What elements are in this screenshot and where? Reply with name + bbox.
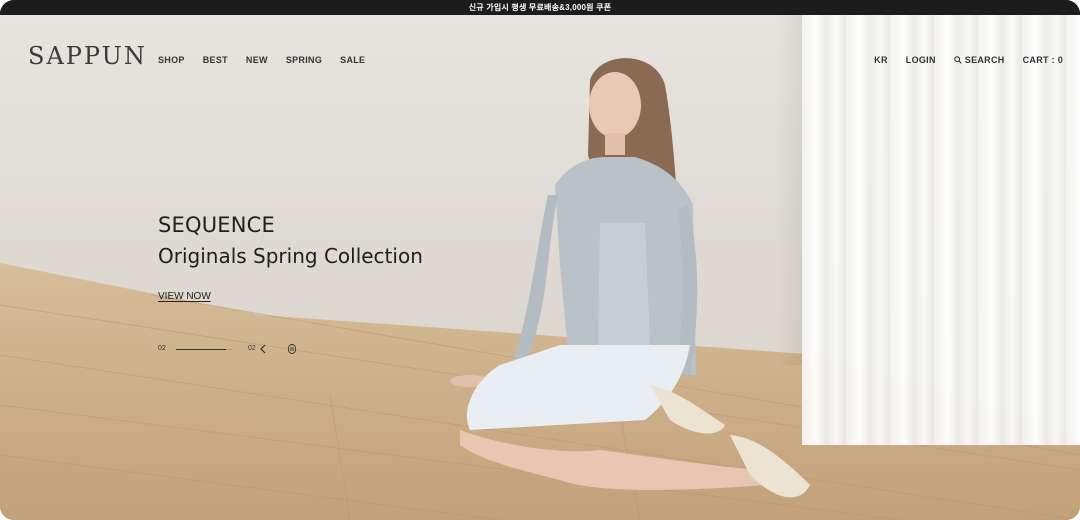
chevron-left-icon[interactable] bbox=[258, 343, 268, 355]
slide-controls: 02 02 bbox=[158, 343, 318, 357]
nav-sale[interactable]: SALE bbox=[340, 55, 365, 65]
nav-new[interactable]: NEW bbox=[246, 55, 268, 65]
search-link[interactable]: SEARCH bbox=[954, 55, 1005, 65]
slide-progress-fill bbox=[176, 349, 227, 350]
main-nav: SHOP BEST NEW SPRING SALE bbox=[158, 55, 383, 65]
nav-best[interactable]: BEST bbox=[203, 55, 228, 65]
slide-total: 02 bbox=[248, 345, 256, 352]
promo-banner[interactable]: 신규 가입시 평생 무료배송&3,000원 쿠폰 bbox=[0, 0, 1080, 15]
model-photo bbox=[450, 58, 810, 498]
brand-logo[interactable]: SAPPUN bbox=[28, 42, 147, 70]
view-now-link[interactable]: VIEW NOW bbox=[158, 291, 211, 302]
login-link[interactable]: LOGIN bbox=[906, 55, 936, 65]
slide-current: 02 bbox=[158, 345, 166, 352]
slide-progress-track[interactable] bbox=[176, 349, 232, 350]
hero-title: SEQUENCE bbox=[158, 213, 276, 237]
promo-text: 신규 가입시 평생 무료배송&3,000원 쿠폰 bbox=[468, 3, 612, 12]
language-link[interactable]: KR bbox=[874, 55, 888, 65]
nav-shop[interactable]: SHOP bbox=[158, 55, 185, 65]
cart-link[interactable]: CART : 0 bbox=[1023, 55, 1063, 65]
pause-icon[interactable] bbox=[288, 344, 296, 354]
utility-nav: KR LOGIN SEARCH CART : 0 bbox=[856, 55, 1063, 65]
nav-spring[interactable]: SPRING bbox=[286, 55, 322, 65]
search-label: SEARCH bbox=[964, 55, 1005, 65]
hero-subtitle: Originals Spring Collection bbox=[158, 244, 423, 268]
curtain-image bbox=[802, 15, 1080, 445]
search-icon bbox=[954, 56, 962, 64]
page-frame: 신규 가입시 평생 무료배송&3,000원 쿠폰 SAPPUN SHOP BES… bbox=[0, 0, 1080, 520]
hero-banner: SAPPUN SHOP BEST NEW SPRING SALE KR LOGI… bbox=[0, 15, 1080, 520]
